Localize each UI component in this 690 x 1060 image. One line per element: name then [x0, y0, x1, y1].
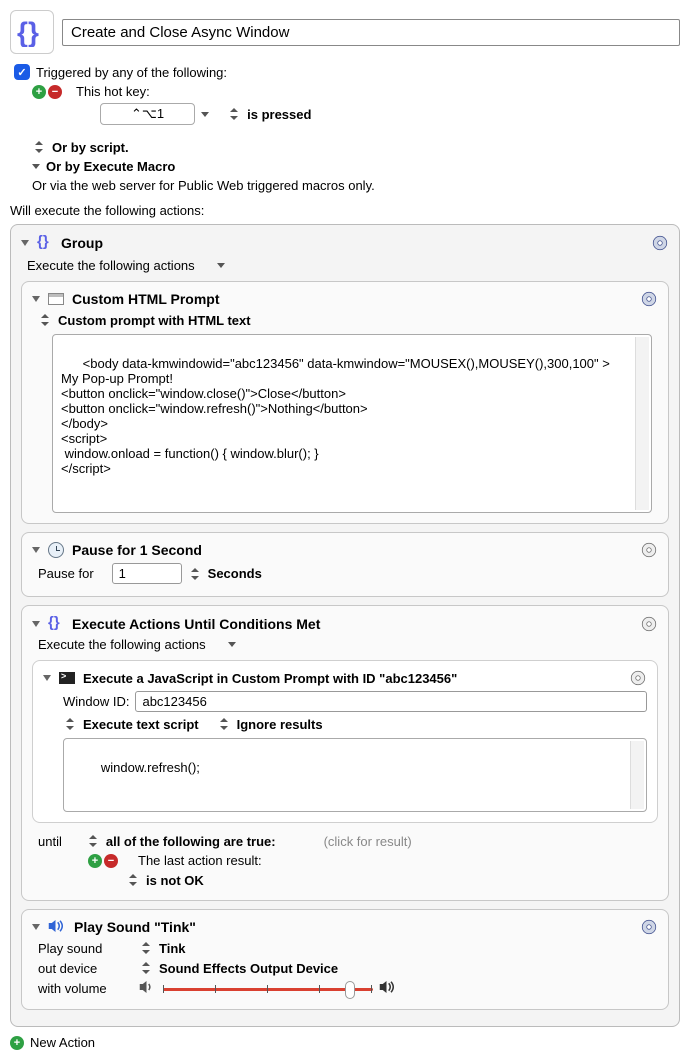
disclosure-icon[interactable]	[32, 547, 40, 553]
add-action-button[interactable]: +	[10, 1036, 24, 1050]
slider-thumb[interactable]	[345, 981, 355, 999]
or-by-script-label[interactable]: Or by script.	[52, 140, 129, 155]
triggered-by-label: Triggered by any of the following:	[36, 65, 227, 80]
play-sound-panel: Play Sound "Tink" Play sound Tink out de…	[21, 909, 669, 1010]
add-trigger-button[interactable]: +	[32, 85, 46, 99]
results-mode-label[interactable]: Ignore results	[237, 717, 323, 732]
until-title: Execute Actions Until Conditions Met	[72, 616, 320, 632]
stepper-icon[interactable]	[139, 940, 153, 956]
macro-title-input[interactable]: Create and Close Async Window	[62, 19, 680, 46]
scrollbar[interactable]	[635, 337, 649, 510]
gear-icon[interactable]	[640, 290, 658, 308]
pause-value-input[interactable]	[112, 563, 182, 584]
remove-trigger-button[interactable]: −	[48, 85, 62, 99]
is-pressed-label[interactable]: is pressed	[247, 107, 311, 122]
hotkey-menu-chevron-icon[interactable]	[201, 112, 209, 117]
hotkey-field[interactable]: ⌃⌥1	[100, 103, 195, 125]
chevron-down-icon[interactable]	[217, 263, 225, 268]
js-code-textarea[interactable]: window.refresh();	[63, 738, 647, 812]
volume-label: with volume	[38, 981, 133, 996]
will-execute-label: Will execute the following actions:	[10, 203, 680, 218]
new-action-label[interactable]: New Action	[30, 1035, 95, 1050]
html-code-textarea[interactable]: <body data-kmwindowid="abc123456" data-k…	[52, 334, 652, 513]
triggers-enabled-checkbox[interactable]	[14, 64, 30, 80]
stepper-icon[interactable]	[86, 833, 100, 849]
window-id-label: Window ID:	[63, 694, 129, 709]
add-condition-button[interactable]: +	[88, 854, 102, 868]
condition-op-label[interactable]: is not OK	[146, 873, 204, 888]
volume-slider[interactable]	[163, 981, 373, 997]
or-by-execute-macro-label[interactable]: Or by Execute Macro	[46, 159, 175, 174]
gear-icon[interactable]	[640, 615, 658, 633]
gear-icon[interactable]	[640, 918, 658, 936]
remove-condition-button[interactable]: −	[104, 854, 118, 868]
or-by-webserver-label: Or via the web server for Public Web tri…	[32, 178, 375, 193]
until-subtitle: Execute the following actions	[38, 637, 206, 652]
gear-icon[interactable]	[629, 669, 647, 687]
pause-panel: Pause for 1 Second Pause for Seconds	[21, 532, 669, 597]
until-word-label: until	[38, 834, 62, 849]
custom-html-mode-label[interactable]: Custom prompt with HTML text	[58, 313, 251, 328]
disclosure-icon[interactable]	[32, 296, 40, 302]
app-logo: {}	[10, 10, 54, 54]
speaker-high-icon	[379, 980, 397, 997]
play-sound-title: Play Sound "Tink"	[74, 919, 196, 935]
press-mode-stepper-icon[interactable]	[227, 106, 241, 122]
all-true-label[interactable]: all of the following are true:	[106, 834, 276, 849]
stepper-icon[interactable]	[139, 960, 153, 976]
group-subtitle: Execute the following actions	[27, 258, 195, 273]
pause-title: Pause for 1 Second	[72, 542, 202, 558]
disclosure-icon[interactable]	[32, 621, 40, 627]
group-panel: {} Group Execute the following actions C…	[10, 224, 680, 1027]
braces-icon: {}	[48, 614, 64, 633]
pause-for-label: Pause for	[38, 566, 94, 581]
speaker-low-icon	[139, 980, 157, 997]
stepper-icon[interactable]	[32, 139, 46, 155]
group-title: Group	[61, 235, 103, 251]
speaker-icon	[48, 919, 66, 936]
pause-unit-label[interactable]: Seconds	[208, 566, 262, 581]
stepper-icon[interactable]	[38, 312, 52, 328]
gear-icon[interactable]	[640, 541, 658, 559]
sound-name-label[interactable]: Tink	[159, 941, 186, 956]
braces-icon: {}	[37, 233, 53, 252]
click-for-result-hint[interactable]: (click for result)	[324, 834, 412, 849]
play-sound-label: Play sound	[38, 941, 133, 956]
hotkey-label: This hot key:	[76, 84, 150, 99]
svg-text:{}: {}	[48, 614, 60, 630]
condition-label: The last action result:	[138, 853, 262, 868]
gear-icon[interactable]	[651, 234, 669, 252]
terminal-icon	[59, 672, 75, 684]
disclosure-icon[interactable]	[32, 924, 40, 930]
script-mode-label[interactable]: Execute text script	[83, 717, 199, 732]
chevron-down-icon[interactable]	[228, 642, 236, 647]
chevron-down-icon[interactable]	[32, 164, 40, 169]
execute-js-panel: Execute a JavaScript in Custom Prompt wi…	[32, 660, 658, 823]
execute-js-title: Execute a JavaScript in Custom Prompt wi…	[83, 671, 457, 686]
stepper-icon[interactable]	[217, 716, 231, 732]
out-device-label: out device	[38, 961, 133, 976]
window-icon	[48, 293, 64, 305]
stepper-icon[interactable]	[63, 716, 77, 732]
custom-html-panel: Custom HTML Prompt Custom prompt with HT…	[21, 281, 669, 524]
device-name-label[interactable]: Sound Effects Output Device	[159, 961, 338, 976]
window-id-input[interactable]	[135, 691, 647, 712]
until-loop-panel: {} Execute Actions Until Conditions Met …	[21, 605, 669, 901]
clock-icon	[48, 542, 64, 558]
svg-text:{}: {}	[17, 17, 39, 47]
disclosure-icon[interactable]	[43, 675, 51, 681]
custom-html-title: Custom HTML Prompt	[72, 291, 220, 307]
stepper-icon[interactable]	[188, 566, 202, 582]
scrollbar[interactable]	[630, 741, 644, 809]
stepper-icon[interactable]	[126, 872, 140, 888]
disclosure-icon[interactable]	[21, 240, 29, 246]
svg-text:{}: {}	[37, 233, 49, 249]
